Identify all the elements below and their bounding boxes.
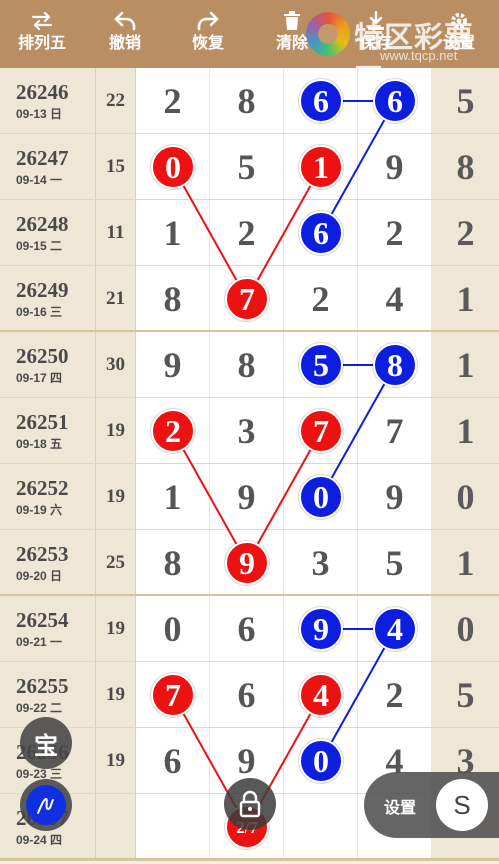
red-number-ball[interactable]: 1 [299,145,343,189]
s-button[interactable]: S [436,779,488,831]
red-number-ball[interactable]: 7 [225,277,269,321]
logo-url: www.tqcp.net [380,48,458,63]
blue-number-ball[interactable]: 5 [299,343,343,387]
toolbar: 排列五 撤销 恢复 清除 保存 设置 特区彩票网 www.tqcp.net [0,0,499,96]
pen-button[interactable] [20,779,72,831]
lock-icon [239,790,261,818]
blue-number-ball[interactable]: 4 [373,607,417,651]
settings-pill-label: 设置 [384,800,417,817]
blue-number-ball[interactable]: 0 [299,475,343,519]
sort-button[interactable]: 排列五 [2,8,82,64]
redo-icon [168,8,248,34]
blue-number-ball[interactable]: 8 [373,343,417,387]
logo-swirl-icon [306,12,350,56]
redo-button[interactable]: 恢复 [168,8,248,64]
undo-button[interactable]: 撤销 [85,8,165,64]
pen-icon [26,785,66,825]
lock-button[interactable] [224,778,276,830]
sort-label: 排列五 [17,35,66,52]
red-number-ball[interactable]: 4 [299,673,343,717]
redo-label: 恢复 [191,35,224,52]
undo-icon [85,8,165,34]
swap-icon [2,8,82,34]
s-label: S [453,789,471,820]
settings-pill[interactable]: 设置 S [364,772,499,838]
blue-number-ball[interactable]: 9 [299,607,343,651]
red-number-ball[interactable]: 0 [151,145,195,189]
undo-label: 撤销 [108,35,141,52]
trend-lines [172,100,396,828]
blue-number-ball[interactable]: 6 [299,211,343,255]
red-number-ball[interactable]: 9 [225,541,269,585]
bao-label: 宝 [34,732,58,760]
blue-number-ball[interactable]: 6 [373,79,417,123]
red-number-ball[interactable]: 7 [299,409,343,453]
blue-number-ball[interactable]: 6 [299,79,343,123]
red-number-ball[interactable]: 2 [151,409,195,453]
red-number-ball[interactable]: 7 [151,673,195,717]
blue-number-ball[interactable]: 0 [299,739,343,783]
site-logo: 特区彩票网 www.tqcp.net [304,8,499,96]
bao-button[interactable]: 宝 [20,717,72,769]
